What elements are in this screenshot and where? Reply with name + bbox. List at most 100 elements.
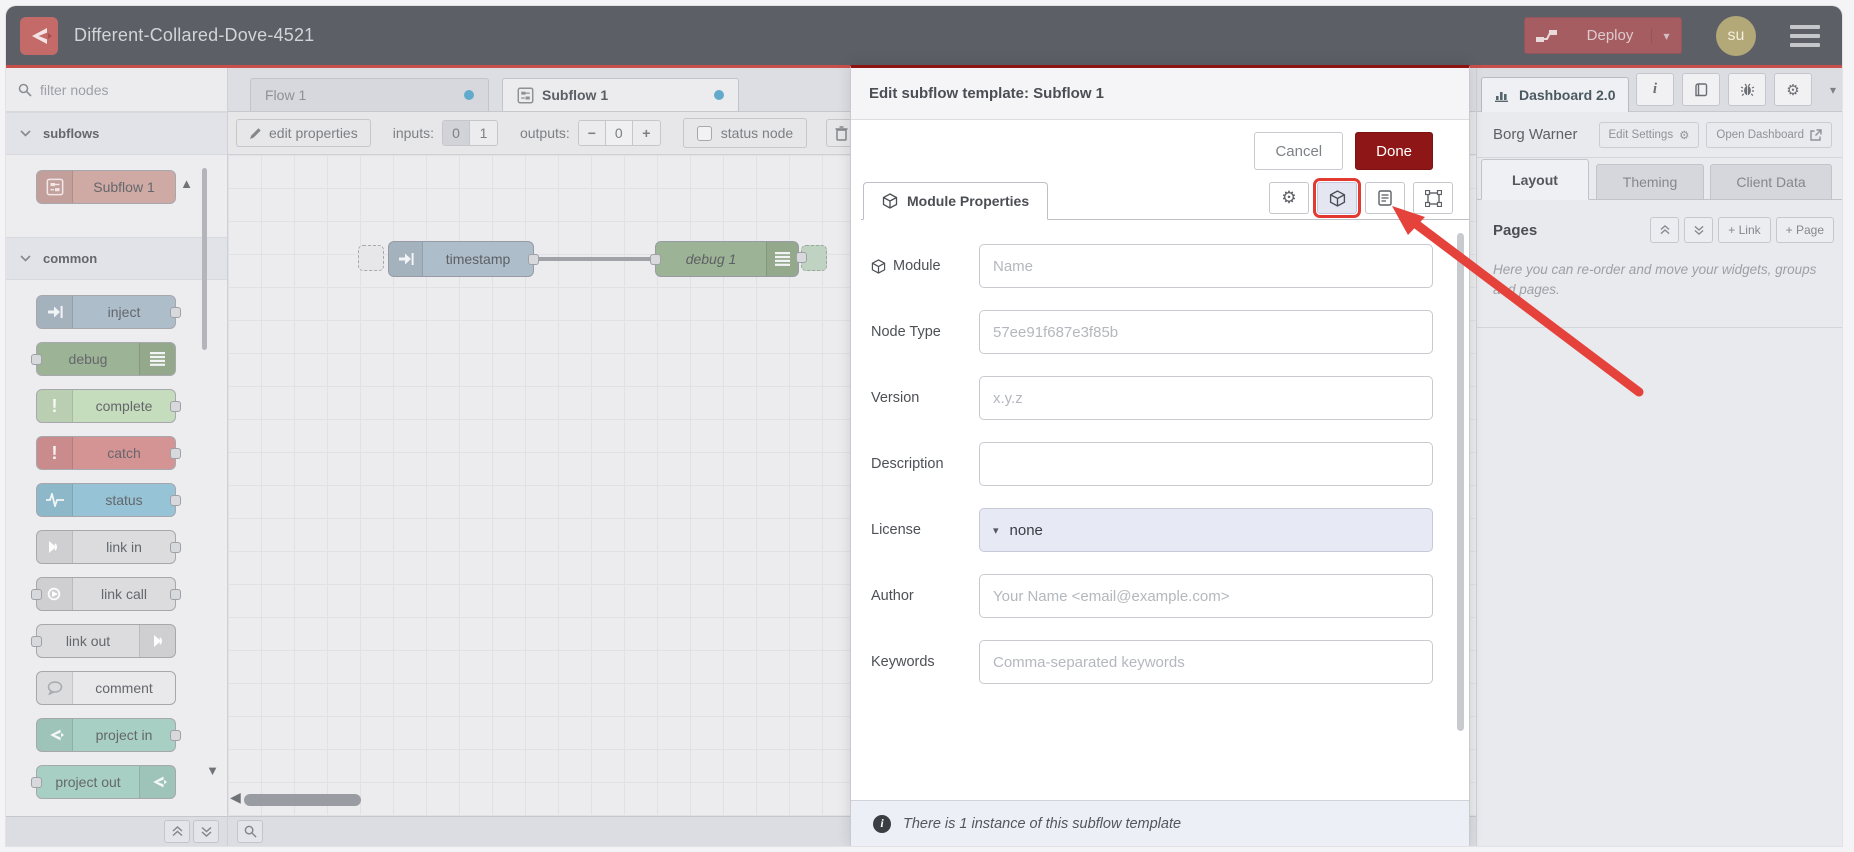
output-port[interactable] (170, 542, 181, 553)
palette-category-common[interactable]: common (6, 237, 227, 280)
canvas-node-timestamp[interactable]: timestamp (388, 241, 539, 277)
tab-client-data[interactable]: Client Data (1710, 164, 1832, 200)
input-port[interactable] (796, 252, 807, 263)
user-avatar[interactable]: su (1716, 15, 1756, 56)
description-input[interactable] (979, 442, 1433, 486)
palette-node-link-call[interactable]: link call (31, 577, 181, 611)
edit-properties-button[interactable]: edit properties (236, 119, 371, 147)
description-tab-button[interactable] (1365, 182, 1405, 214)
chevron-down-icon (20, 255, 31, 262)
tab-subflow-1[interactable]: Subflow 1 (502, 78, 739, 111)
output-port[interactable] (170, 730, 181, 741)
status-node-checkbox[interactable] (696, 125, 712, 141)
palette-node-label: inject (107, 304, 141, 320)
input-port[interactable] (31, 354, 42, 365)
edit-settings-button[interactable]: Edit Settings ⚙ (1598, 121, 1700, 148)
cancel-button[interactable]: Cancel (1254, 132, 1344, 170)
collapse-all-icon[interactable] (164, 820, 190, 843)
input-port[interactable] (31, 636, 42, 647)
tab-flow-1[interactable]: Flow 1 (250, 78, 489, 111)
palette-node-subflow-1[interactable]: Subflow 1 (36, 170, 176, 204)
palette-scroll-up-icon[interactable]: ▲ (180, 176, 193, 191)
debug-tab-button[interactable] (1728, 73, 1766, 106)
add-link-button[interactable]: + Link (1718, 217, 1771, 243)
expand-all-icon[interactable] (193, 820, 219, 843)
open-dashboard-button[interactable]: Open Dashboard (1706, 121, 1832, 148)
appearance-tab-button[interactable] (1413, 182, 1453, 214)
palette-node-inject[interactable]: inject (36, 295, 181, 329)
palette-scroll-down-icon[interactable]: ▼ (206, 763, 219, 778)
info-icon: i (873, 814, 891, 833)
palette-node-label: link in (106, 539, 142, 555)
module-input[interactable] (979, 244, 1433, 288)
output-port[interactable] (170, 307, 181, 318)
appearance-icon (1424, 189, 1442, 207)
subflow-input-stub[interactable] (358, 245, 384, 271)
outputs-increment-button[interactable]: + (632, 121, 660, 145)
output-port[interactable] (170, 448, 181, 459)
wire[interactable] (532, 257, 657, 261)
version-input[interactable] (979, 376, 1433, 420)
edit-properties-tab-button[interactable]: ⚙ (1269, 182, 1309, 214)
outputs-count: 0 (605, 121, 633, 145)
palette-node-catch[interactable]: ! catch (36, 436, 181, 470)
info-tab-button[interactable]: i (1636, 73, 1674, 106)
palette-node-debug[interactable]: debug (31, 342, 176, 376)
palette-scrollbar[interactable] (202, 168, 207, 350)
search-flows-button[interactable] (237, 820, 263, 843)
horizontal-scrollbar[interactable] (244, 794, 361, 806)
palette-node-project-in[interactable]: project in (36, 718, 181, 752)
tab-module-properties[interactable]: Module Properties (863, 182, 1049, 220)
tab-layout[interactable]: Layout (1481, 159, 1589, 200)
sidebar-menu-caret-icon[interactable]: ▾ (1830, 83, 1836, 97)
dialog-scrollbar[interactable] (1457, 233, 1464, 731)
output-port[interactable] (170, 589, 181, 600)
done-button[interactable]: Done (1355, 132, 1433, 170)
output-port[interactable] (170, 495, 181, 506)
palette-node-complete[interactable]: ! complete (36, 389, 181, 423)
move-up-button[interactable] (1650, 217, 1680, 243)
canvas-node-debug-1[interactable]: debug 1 (650, 241, 799, 277)
settings-tab-button[interactable]: ⚙ (1774, 73, 1812, 106)
inputs-option-1[interactable]: 1 (469, 121, 497, 145)
main-menu-icon[interactable] (1790, 24, 1820, 47)
palette-node-label: link call (101, 586, 147, 602)
outputs-decrement-button[interactable]: − (578, 121, 606, 145)
debug-icon (766, 242, 798, 276)
palette-category-subflows[interactable]: subflows (6, 112, 227, 155)
tab-theming[interactable]: Theming (1596, 164, 1704, 200)
status-node-toggle[interactable]: status node (682, 118, 808, 148)
palette-node-project-out[interactable]: project out (31, 765, 176, 799)
add-page-button[interactable]: + Page (1775, 217, 1834, 243)
palette-node-comment[interactable]: comment (36, 671, 176, 705)
output-port[interactable] (170, 401, 181, 412)
subflow-output-stub[interactable] (796, 245, 827, 271)
keywords-input[interactable] (979, 640, 1433, 684)
cube-icon (882, 193, 898, 209)
input-port[interactable] (31, 777, 42, 788)
output-port[interactable] (528, 254, 539, 265)
deploy-button[interactable]: Deploy ▾ (1524, 17, 1682, 54)
palette-filter-input[interactable] (40, 81, 190, 98)
link-in-icon (37, 531, 73, 563)
gear-icon: ⚙ (1281, 188, 1297, 207)
input-port[interactable] (650, 254, 661, 265)
inputs-option-0[interactable]: 0 (442, 121, 470, 145)
move-down-button[interactable] (1684, 217, 1714, 243)
license-select[interactable]: ▾ none (979, 508, 1433, 552)
node-type-input[interactable] (979, 310, 1433, 354)
module-properties-tab-button[interactable] (1313, 178, 1361, 218)
palette-node-label: project in (95, 727, 153, 743)
palette-search[interactable] (6, 68, 227, 112)
input-port[interactable] (31, 589, 42, 600)
scroll-left-icon[interactable]: ◀ (230, 789, 241, 806)
tab-dashboard-2[interactable]: Dashboard 2.0 (1481, 77, 1630, 112)
deploy-caret-icon[interactable]: ▾ (1651, 28, 1681, 43)
palette-node-link-out[interactable]: link out (31, 624, 176, 658)
palette-node-status[interactable]: status (36, 483, 181, 517)
cube-icon (871, 258, 886, 274)
author-input[interactable] (979, 574, 1433, 618)
help-tab-button[interactable] (1682, 73, 1720, 106)
palette-node-link-in[interactable]: link in (36, 530, 181, 564)
module-properties-form: Module Node Type Version Description Lic… (851, 220, 1469, 706)
